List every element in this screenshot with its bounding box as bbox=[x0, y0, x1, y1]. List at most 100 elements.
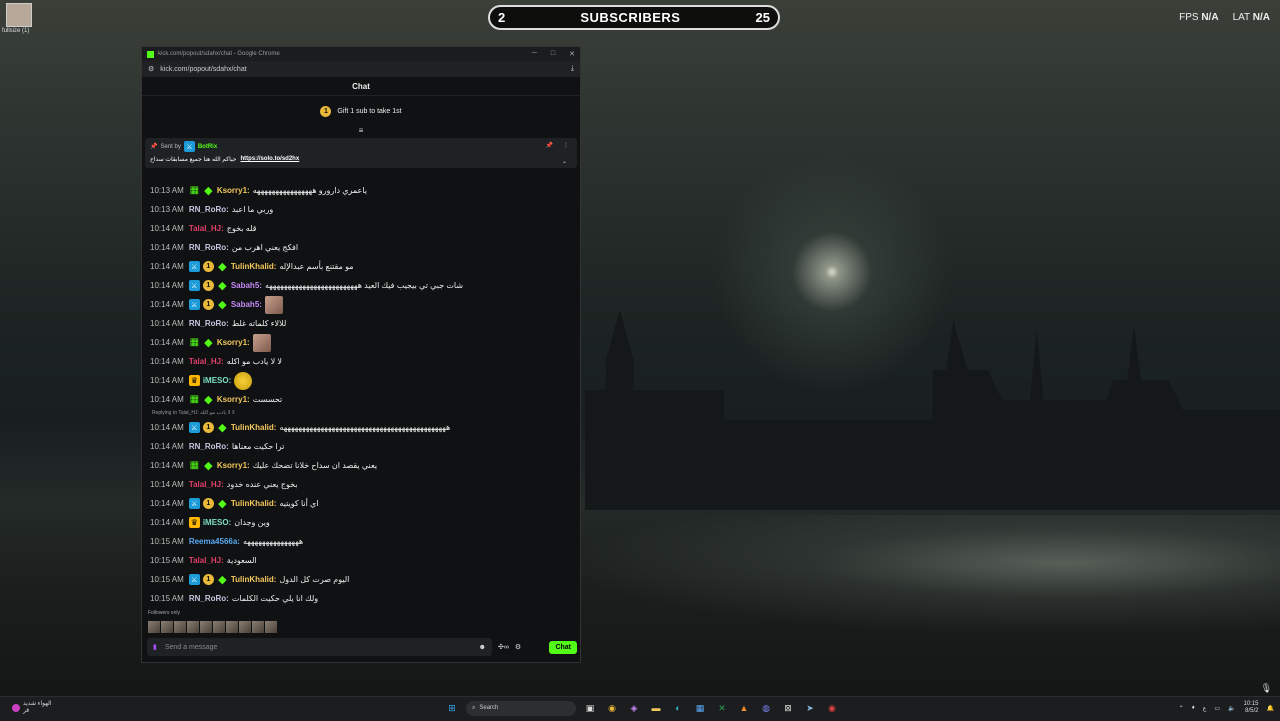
message-username[interactable]: Ksorry1: bbox=[217, 395, 250, 404]
avatar[interactable] bbox=[200, 621, 212, 633]
edge-icon[interactable]: ◐ bbox=[670, 700, 686, 716]
steam-icon[interactable]: ➤ bbox=[802, 700, 818, 716]
window-titlebar[interactable]: kick.com/popout/sdahx/chat - Google Chro… bbox=[142, 47, 580, 61]
discord-icon[interactable]: ◍ bbox=[758, 700, 774, 716]
xbox-icon[interactable]: ⊠ bbox=[780, 700, 796, 716]
emoji-icon[interactable]: ☻ bbox=[479, 644, 486, 651]
chat-message[interactable]: 10:14 AM ▦ ◆ Ksorry1: يعني يقصد ان سداح خلان… bbox=[142, 456, 574, 475]
avatar[interactable] bbox=[187, 621, 199, 633]
message-username[interactable]: Talal_HJ: bbox=[189, 556, 224, 565]
chat-message[interactable]: 10:14 AM Talal_HJ: بخوج يعني عنده خدود bbox=[142, 475, 574, 494]
chevron-down-icon[interactable]: ⌄ bbox=[562, 158, 567, 165]
taskbar-search[interactable]: ⌕ Search bbox=[466, 700, 576, 716]
chat-message[interactable]: 10:14 AM ⚔ 1 ◆ Sabah5: bbox=[142, 295, 574, 314]
chat-message[interactable]: 10:14 AM ♛ iMESO: bbox=[142, 371, 574, 390]
chrome-icon[interactable]: ◉ bbox=[604, 700, 620, 716]
task-view-icon[interactable]: ▣ bbox=[582, 700, 598, 716]
message-username[interactable]: Ksorry1: bbox=[217, 461, 250, 470]
message-username[interactable]: iMESO: bbox=[203, 376, 231, 385]
excel-icon[interactable]: ✕ bbox=[714, 700, 730, 716]
message-username[interactable]: TulinKhalid: bbox=[231, 423, 277, 432]
download-icon[interactable]: ⤓ bbox=[571, 65, 574, 73]
chat-message[interactable]: 10:14 AM RN_RoRo: افكج يعني اهرب من bbox=[142, 238, 574, 257]
minimize-icon[interactable]: ─ bbox=[532, 50, 537, 58]
kicks-icon[interactable]: ✣∞ bbox=[498, 643, 509, 651]
chat-message[interactable]: 10:14 AM ⚔ 1 ◆ TulinKhalid: ههههههههههههههههه… bbox=[142, 418, 574, 437]
message-username[interactable]: TulinKhalid: bbox=[231, 575, 277, 584]
avatar[interactable] bbox=[213, 621, 225, 633]
reply-preview[interactable]: Replying to Talal_HJ: لا لا يادب مو اكله bbox=[142, 409, 574, 418]
pinned-author[interactable]: BotRix bbox=[198, 144, 217, 150]
chat-message[interactable]: 10:14 AM ▦ ◆ Ksorry1: bbox=[142, 333, 574, 352]
clock[interactable]: 10:15 8/5/2 bbox=[1244, 701, 1259, 715]
store-icon[interactable]: ▦ bbox=[692, 700, 708, 716]
message-username[interactable]: Sabah5: bbox=[231, 281, 262, 290]
message-username[interactable]: Reema4566a: bbox=[189, 537, 240, 546]
tray-chevron-up-icon[interactable]: ⌃ bbox=[1179, 705, 1184, 712]
message-username[interactable]: Talal_HJ: bbox=[189, 224, 224, 233]
message-username[interactable]: iMESO: bbox=[203, 518, 231, 527]
chat-message[interactable]: 10:14 AM ⚔ 1 ◆ TulinKhalid: اي أنا كويتيه bbox=[142, 494, 574, 513]
avatar[interactable] bbox=[239, 621, 251, 633]
weather-widget[interactable]: الهواء شديد قر bbox=[12, 701, 52, 715]
chat-filter-icon[interactable]: ≡ bbox=[142, 126, 580, 136]
settings-gear-icon[interactable]: ⚙ bbox=[515, 643, 521, 651]
microphone-icon[interactable]: ▮ bbox=[153, 643, 157, 651]
message-username[interactable]: Talal_HJ: bbox=[189, 357, 224, 366]
chat-message[interactable]: 10:14 AM Talal_HJ: قله بخوج bbox=[142, 219, 574, 238]
chat-message[interactable]: 10:15 AM ⚔ 1 ◆ TulinKhalid: اليوم صرت كل الدو… bbox=[142, 570, 574, 589]
chat-message[interactable]: 10:14 AM Talal_HJ: لا لا يادب مو اكله bbox=[142, 352, 574, 371]
language-indicator[interactable]: ع bbox=[1203, 705, 1207, 712]
chat-message[interactable]: 10:15 AM RN_RoRo: ولك انا يلي حكيت الكلمات bbox=[142, 589, 574, 608]
avatar[interactable] bbox=[226, 621, 238, 633]
chat-message[interactable]: 10:14 AM ♛ iMESO: وين وجدان bbox=[142, 513, 574, 532]
maximize-icon[interactable]: □ bbox=[551, 50, 555, 58]
send-chat-button[interactable]: Chat bbox=[549, 640, 577, 654]
network-icon[interactable]: ▭ bbox=[1214, 705, 1220, 712]
copilot-icon[interactable]: ◈ bbox=[626, 700, 642, 716]
microphone-icon[interactable]: 🎙 bbox=[1261, 683, 1272, 694]
emote-image[interactable] bbox=[234, 371, 253, 390]
message-username[interactable]: Ksorry1: bbox=[217, 338, 250, 347]
close-icon[interactable]: ✕ bbox=[569, 50, 575, 58]
file-explorer-icon[interactable]: ▬ bbox=[648, 700, 664, 716]
avatar[interactable] bbox=[148, 621, 160, 633]
chrome-active-icon[interactable]: ◉ bbox=[824, 700, 840, 716]
message-username[interactable]: Ksorry1: bbox=[217, 186, 250, 195]
message-username[interactable]: TulinKhalid: bbox=[231, 262, 277, 271]
site-settings-icon[interactable]: ⚙ bbox=[148, 65, 154, 73]
chat-message[interactable]: 10:13 AM ▦ ◆ Ksorry1: ياعمري دارورو هههههههه… bbox=[142, 181, 574, 200]
chat-message[interactable]: 10:14 AM RN_RoRo: ترا حكيت معناها bbox=[142, 437, 574, 456]
desktop-file-icon[interactable] bbox=[6, 3, 32, 27]
message-username[interactable]: RN_RoRo: bbox=[189, 442, 229, 451]
chat-message[interactable]: 10:14 AM RN_RoRo: للالاء كلماته غلط bbox=[142, 314, 574, 333]
pinned-link[interactable]: https://solo.to/sd2hx bbox=[241, 156, 300, 163]
unpin-icon[interactable]: 📌 bbox=[546, 142, 553, 149]
vlc-icon[interactable]: ▲ bbox=[736, 700, 752, 716]
notification-icon[interactable]: 🔔 bbox=[1267, 705, 1274, 712]
message-username[interactable]: Talal_HJ: bbox=[189, 480, 224, 489]
chat-message[interactable]: 10:13 AM RN_RoRo: وربي ما اعبد bbox=[142, 200, 574, 219]
message-username[interactable]: RN_RoRo: bbox=[189, 319, 229, 328]
message-input[interactable]: ▮ Send a message ☻ bbox=[147, 638, 492, 656]
emote-image[interactable] bbox=[264, 295, 283, 314]
message-username[interactable]: RN_RoRo: bbox=[189, 205, 229, 214]
chat-message[interactable]: 10:14 AM ⚔ 1 ◆ Sabah5: شات جبي تي بيجيب فيك ا… bbox=[142, 276, 574, 295]
avatar[interactable] bbox=[265, 621, 277, 633]
chat-message[interactable]: 10:14 AM ▦ ◆ Ksorry1: تحسست bbox=[142, 390, 574, 409]
message-username[interactable]: RN_RoRo: bbox=[189, 243, 229, 252]
start-menu-icon[interactable]: ⊞ bbox=[444, 700, 460, 716]
avatar[interactable] bbox=[252, 621, 264, 633]
more-options-icon[interactable]: ⋮ bbox=[563, 142, 569, 149]
message-username[interactable]: Sabah5: bbox=[231, 300, 262, 309]
volume-icon[interactable]: 🔈 bbox=[1228, 705, 1235, 712]
chat-message[interactable]: 10:15 AM Reema4566a: هههههههههههههههه bbox=[142, 532, 574, 551]
emote-image[interactable] bbox=[252, 333, 271, 352]
message-username[interactable]: TulinKhalid: bbox=[231, 499, 277, 508]
tray-mic-icon[interactable]: ♦ bbox=[1192, 705, 1195, 711]
gift-sub-banner[interactable]: 1 Gift 1 sub to take 1st bbox=[142, 96, 580, 126]
chat-message[interactable]: 10:15 AM Talal_HJ: السعودية bbox=[142, 551, 574, 570]
avatar[interactable] bbox=[174, 621, 186, 633]
chat-message[interactable]: 10:14 AM ⚔ 1 ◆ TulinKhalid: مو مقتنع بأسم عبد… bbox=[142, 257, 574, 276]
message-username[interactable]: RN_RoRo: bbox=[189, 594, 229, 603]
